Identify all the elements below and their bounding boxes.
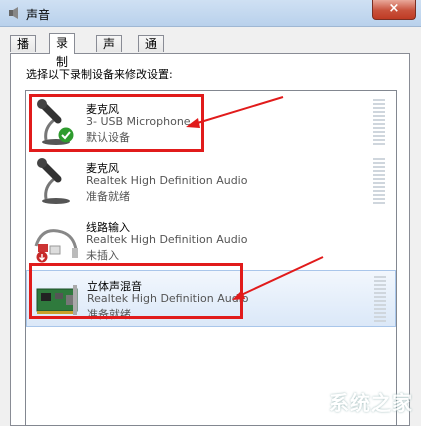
watermark: 系统之家 xyxy=(329,391,413,415)
sound-dialog: 声音 × 播放 录制 声音 通信 选择以下录制设备来修改设置: xyxy=(0,0,421,426)
tab-recording[interactable]: 录制 xyxy=(49,33,76,69)
